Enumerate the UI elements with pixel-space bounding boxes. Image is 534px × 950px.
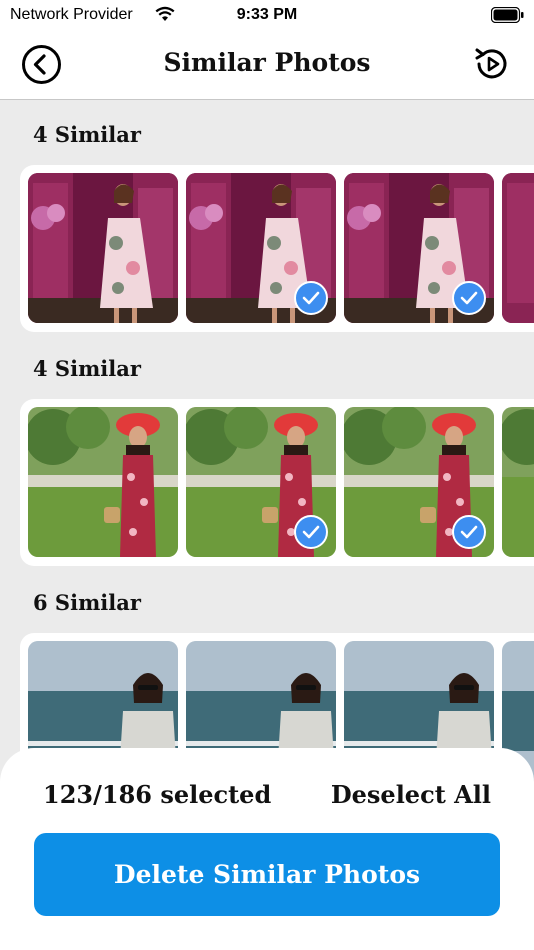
photo-group-card xyxy=(20,399,534,566)
selected-checkmark-icon[interactable] xyxy=(452,515,486,549)
deselect-all-button[interactable]: Deselect All xyxy=(331,780,491,809)
photo-thumbnail[interactable] xyxy=(28,173,178,323)
photo-thumbnail[interactable] xyxy=(28,407,178,557)
restore-icon[interactable] xyxy=(472,44,512,84)
photo-thumbnail[interactable] xyxy=(186,173,336,323)
group-title: 4 Similar xyxy=(33,356,141,381)
selected-checkmark-icon[interactable] xyxy=(452,281,486,315)
status-bar: Network Provider 9:33 PM xyxy=(0,0,534,30)
group-title: 4 Similar xyxy=(33,122,141,147)
selected-checkmark-icon[interactable] xyxy=(294,281,328,315)
status-time: 9:33 PM xyxy=(236,6,298,23)
photo-thumbnail[interactable] xyxy=(502,407,534,557)
delete-similar-photos-button[interactable]: Delete Similar Photos xyxy=(34,833,500,916)
battery-icon xyxy=(490,6,524,24)
photo-thumbnail[interactable] xyxy=(502,173,534,323)
photo-group-card xyxy=(20,165,534,332)
photo-thumbnail[interactable] xyxy=(186,407,336,557)
photo-thumbnail[interactable] xyxy=(344,407,494,557)
selected-checkmark-icon[interactable] xyxy=(294,515,328,549)
photo-thumbnail[interactable] xyxy=(344,173,494,323)
group-title: 6 Similar xyxy=(33,590,141,615)
selection-count: 123/186 selected xyxy=(43,780,272,809)
selection-footer: 123/186 selected Deselect All Delete Sim… xyxy=(0,748,534,950)
page-title: Similar Photos xyxy=(163,48,371,77)
nav-bar: Similar Photos xyxy=(0,30,534,100)
